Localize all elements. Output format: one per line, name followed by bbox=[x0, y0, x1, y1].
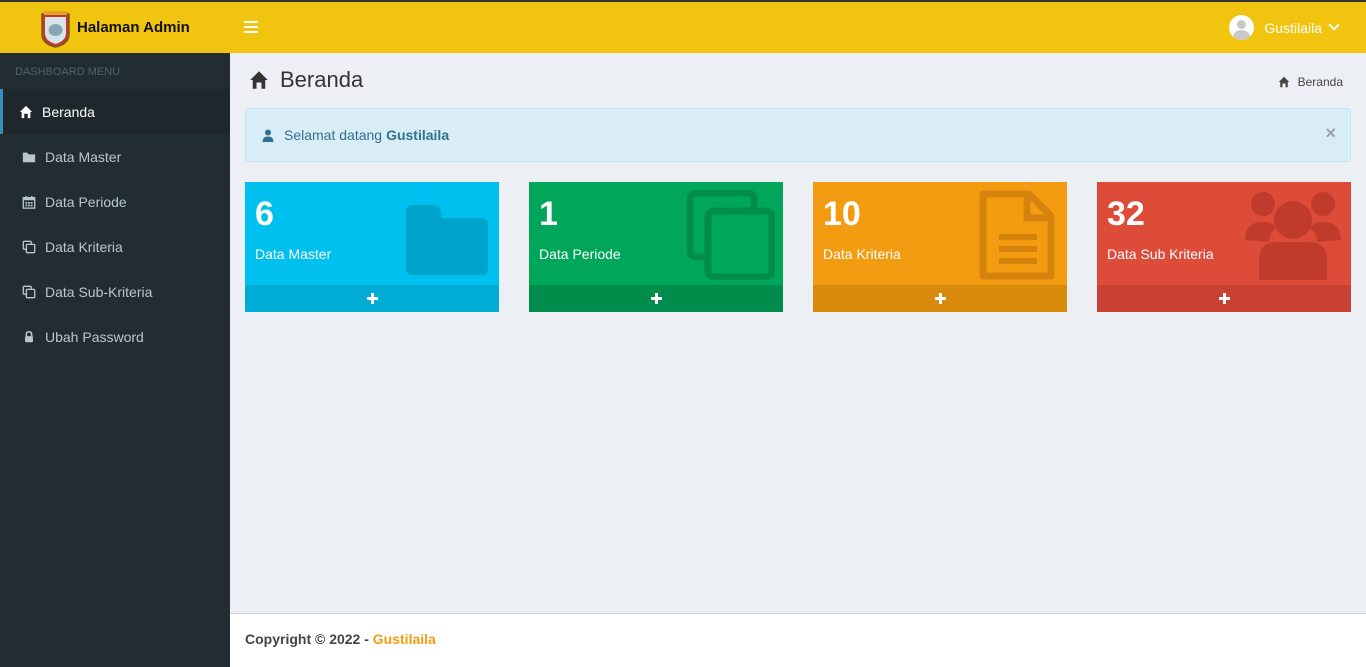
alert-username: Gustilaila bbox=[386, 127, 450, 143]
stat-count: 32 bbox=[1107, 195, 1145, 233]
copy-icon bbox=[21, 239, 37, 255]
calendar-icon bbox=[21, 194, 37, 210]
box-more-button[interactable] bbox=[245, 285, 499, 312]
user-icon bbox=[262, 129, 274, 142]
avatar bbox=[1229, 15, 1255, 40]
stat-count: 1 bbox=[539, 195, 558, 233]
top-navbar: Halaman Admin Gustilaila bbox=[0, 0, 1366, 53]
chevron-down-icon bbox=[1328, 19, 1340, 31]
box-more-button[interactable] bbox=[813, 285, 1067, 312]
plus-icon bbox=[650, 293, 662, 304]
user-menu[interactable]: Gustilaila bbox=[1229, 15, 1340, 40]
page-title-text: Beranda bbox=[280, 67, 364, 92]
page-title: Beranda bbox=[248, 67, 363, 93]
plus-icon bbox=[366, 293, 378, 304]
stat-box-data-kriteria: 10 Data Kriteria bbox=[813, 182, 1067, 312]
sidebar: DASHBOARD MENU Beranda Data Master Data … bbox=[0, 53, 230, 667]
sidebar-item-label: Ubah Password bbox=[45, 328, 144, 345]
sidebar-section-label: DASHBOARD MENU bbox=[15, 66, 121, 78]
sidebar-item-label: Beranda bbox=[42, 103, 95, 120]
sidebar-toggle-icon[interactable] bbox=[244, 21, 258, 33]
welcome-alert: Selamat datang Gustilaila × bbox=[245, 108, 1351, 162]
home-icon bbox=[1278, 76, 1289, 88]
breadcrumb[interactable]: Beranda bbox=[1278, 75, 1343, 89]
folder-icon bbox=[21, 149, 37, 165]
folder-icon bbox=[406, 205, 488, 275]
breadcrumb-item: Beranda bbox=[1297, 75, 1343, 89]
lock-icon bbox=[21, 329, 37, 345]
plus-icon bbox=[1218, 293, 1230, 304]
sidebar-item-label: Data Sub-Kriteria bbox=[45, 283, 153, 300]
emblem-icon bbox=[41, 11, 70, 48]
copyright-text: Copyright © 2022 - bbox=[245, 631, 369, 647]
copy-icon bbox=[687, 190, 775, 280]
alert-prefix: Selamat datang bbox=[284, 127, 383, 143]
home-icon bbox=[250, 71, 268, 89]
stat-count: 10 bbox=[823, 195, 861, 233]
logo-link[interactable]: Halaman Admin bbox=[0, 2, 230, 53]
app-title: Halaman Admin bbox=[77, 19, 190, 36]
sidebar-item-data-kriteria[interactable]: Data Kriteria bbox=[0, 224, 230, 269]
stat-label: Data Periode bbox=[539, 246, 621, 262]
sidebar-item-ubah-password[interactable]: Ubah Password bbox=[0, 314, 230, 359]
stat-label: Data Sub Kriteria bbox=[1107, 246, 1214, 262]
main-content: Beranda Beranda Selamat datang Gustilail… bbox=[230, 53, 1366, 613]
stat-label: Data Kriteria bbox=[823, 246, 901, 262]
file-icon bbox=[979, 190, 1055, 280]
sidebar-item-beranda[interactable]: Beranda bbox=[0, 89, 230, 134]
box-more-button[interactable] bbox=[1097, 285, 1351, 312]
copy-icon bbox=[21, 284, 37, 300]
sidebar-item-data-sub-kriteria[interactable]: Data Sub-Kriteria bbox=[0, 269, 230, 314]
page-footer: Copyright © 2022 - Gustilaila bbox=[230, 613, 1366, 667]
user-name: Gustilaila bbox=[1264, 19, 1322, 36]
stat-box-data-sub-kriteria: 32 Data Sub Kriteria bbox=[1097, 182, 1351, 312]
sidebar-item-data-master[interactable]: Data Master bbox=[0, 134, 230, 179]
close-icon[interactable]: × bbox=[1325, 123, 1336, 144]
stat-box-data-periode: 1 Data Periode bbox=[529, 182, 783, 312]
sidebar-item-label: Data Periode bbox=[45, 193, 127, 210]
home-icon bbox=[18, 104, 34, 120]
stat-box-data-master: 6 Data Master bbox=[245, 182, 499, 312]
plus-icon bbox=[934, 293, 946, 304]
stat-label: Data Master bbox=[255, 246, 332, 262]
sidebar-item-label: Data Kriteria bbox=[45, 238, 123, 255]
users-icon bbox=[1245, 192, 1341, 280]
sidebar-item-data-periode[interactable]: Data Periode bbox=[0, 179, 230, 224]
footer-brand-link[interactable]: Gustilaila bbox=[373, 631, 436, 647]
stat-count: 6 bbox=[255, 195, 274, 233]
box-more-button[interactable] bbox=[529, 285, 783, 312]
sidebar-item-label: Data Master bbox=[45, 148, 122, 165]
